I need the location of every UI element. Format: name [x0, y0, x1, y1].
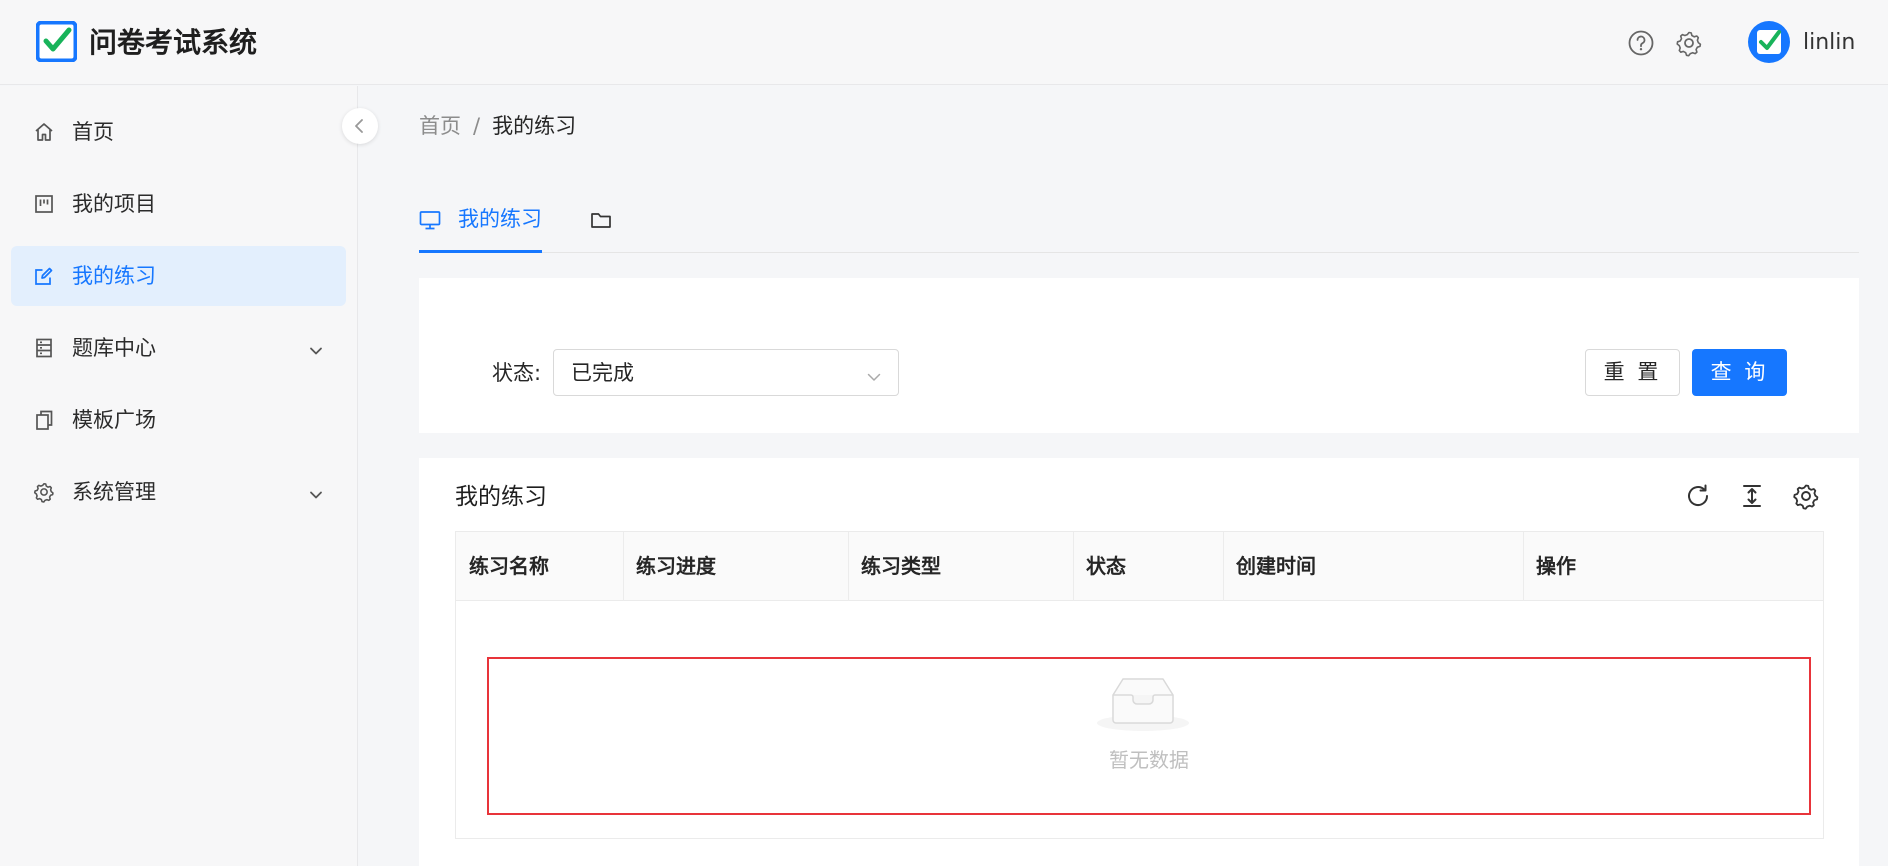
sidebar-item-label: 我的练习 — [72, 264, 156, 288]
empty-inbox-icon — [1093, 668, 1193, 732]
sidebar-item-template-square[interactable]: 模板广场 — [11, 390, 346, 450]
tab-label: 我的练习 — [458, 207, 542, 231]
sidebar-item-label: 首页 — [72, 120, 114, 144]
gear-icon[interactable] — [1675, 29, 1703, 57]
practice-table: 练习名称 练习进度 练习类型 状态 创建时间 操作 暂无数据 — [455, 531, 1824, 839]
column-header-status: 状态 — [1086, 554, 1126, 578]
table-title: 我的练习 — [455, 484, 547, 510]
column-header-name: 练习名称 — [469, 554, 549, 578]
edit-icon — [33, 265, 55, 287]
breadcrumb: 首页 / 我的练习 — [419, 111, 576, 141]
tab-bar: 我的练习 — [419, 200, 1859, 253]
folder-icon[interactable] — [590, 209, 612, 231]
column-header-actions: 操作 — [1536, 554, 1576, 578]
column-height-icon[interactable] — [1738, 482, 1766, 510]
database-icon — [33, 337, 55, 359]
sidebar-item-question-bank[interactable]: 题库中心 — [11, 318, 346, 378]
sidebar-item-label: 题库中心 — [72, 336, 156, 360]
copy-icon — [33, 409, 55, 431]
empty-state-text: 暂无数据 — [1109, 748, 1189, 772]
sidebar-item-home[interactable]: 首页 — [11, 102, 346, 162]
column-header-type: 练习类型 — [861, 554, 941, 578]
tab-my-practice[interactable]: 我的练习 — [419, 200, 542, 253]
collapse-sidebar-button[interactable] — [342, 108, 378, 144]
table-header: 练习名称 练习进度 练习类型 状态 创建时间 操作 — [456, 532, 1823, 601]
home-icon — [33, 121, 55, 143]
avatar[interactable] — [1748, 21, 1790, 63]
status-select[interactable]: 已完成 — [553, 349, 899, 396]
sidebar-item-label: 我的项目 — [72, 192, 156, 216]
sidebar-item-my-projects[interactable]: 我的项目 — [11, 174, 346, 234]
username[interactable]: linlin — [1803, 28, 1855, 58]
query-button[interactable]: 查 询 — [1692, 349, 1787, 396]
help-icon[interactable] — [1627, 29, 1655, 57]
chevron-down-icon — [866, 366, 882, 382]
top-bar: 问卷考试系统 linlin — [0, 0, 1888, 85]
sidebar-item-system-management[interactable]: 系统管理 — [11, 462, 346, 522]
breadcrumb-current: 我的练习 — [492, 114, 577, 138]
project-icon — [33, 193, 55, 215]
filter-panel: 状态: 已完成 重 置 查 询 — [419, 278, 1859, 433]
settings-icon[interactable] — [1792, 482, 1820, 510]
table-panel: 我的练习 练习名称 练习进度 练习类型 状态 创建时间 操作 暂无数据 — [419, 458, 1859, 866]
chevron-down-icon — [308, 340, 324, 356]
empty-state: 暂无数据 — [487, 657, 1811, 815]
sidebar-item-label: 系统管理 — [72, 480, 156, 504]
desktop-icon — [419, 209, 441, 231]
column-header-created-time: 创建时间 — [1236, 554, 1316, 578]
breadcrumb-separator: / — [473, 114, 481, 138]
column-header-progress: 练习进度 — [636, 554, 716, 578]
chevron-down-icon — [308, 484, 324, 500]
reset-button[interactable]: 重 置 — [1585, 349, 1680, 396]
refresh-icon[interactable] — [1684, 482, 1712, 510]
sidebar-item-my-practice[interactable]: 我的练习 — [11, 246, 346, 306]
app-title: 问卷考试系统 — [89, 26, 258, 59]
logo-icon — [35, 20, 78, 63]
breadcrumb-home[interactable]: 首页 — [419, 114, 461, 138]
status-filter-label: 状态: — [492, 361, 542, 385]
gear-icon — [33, 481, 55, 503]
sidebar-item-label: 模板广场 — [72, 408, 156, 432]
status-select-value: 已完成 — [571, 361, 634, 385]
